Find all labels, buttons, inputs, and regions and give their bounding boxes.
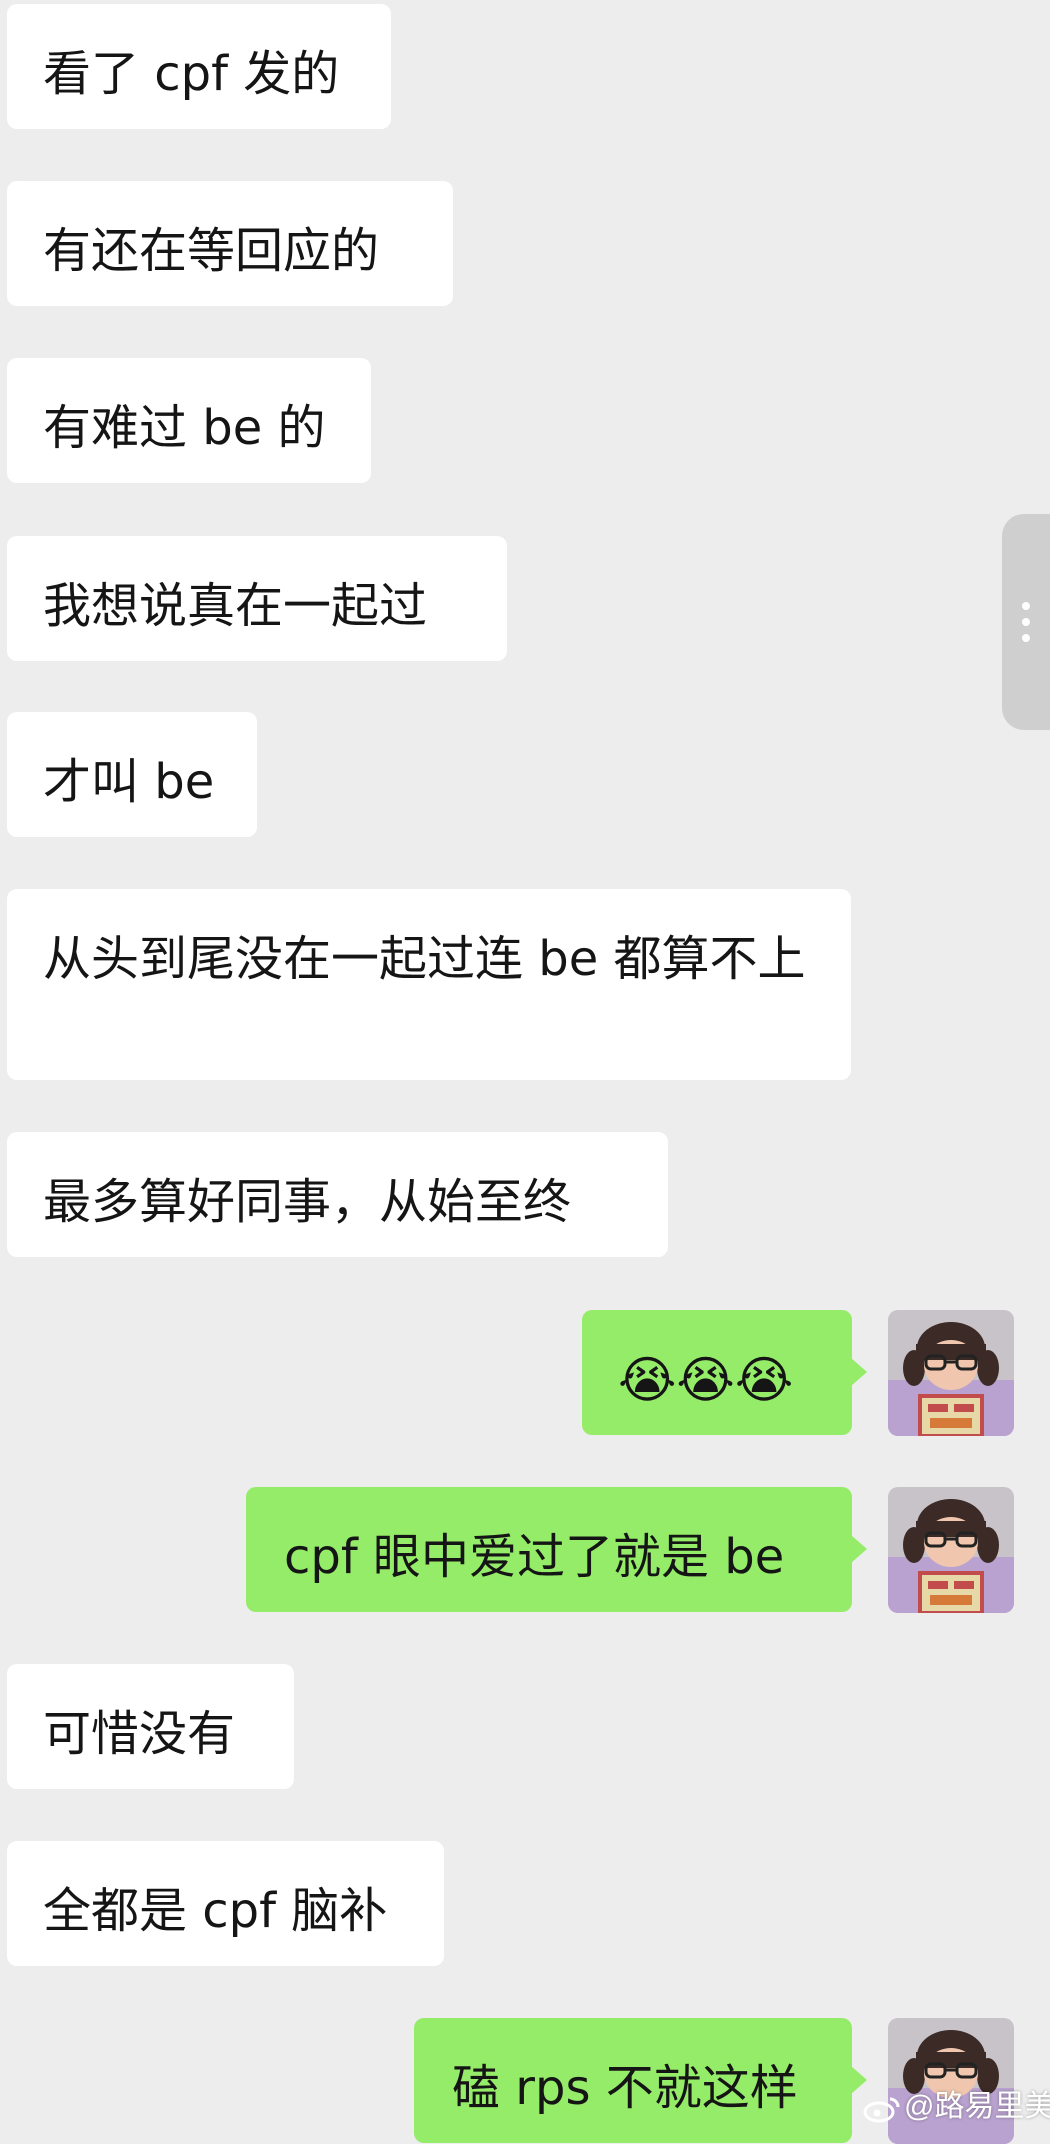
watermark: @路易里美 <box>862 2089 1050 2125</box>
message-bubble-outgoing[interactable]: 磕 rps 不就这样 <box>414 2018 867 2143</box>
message-text: 有难过 be 的 <box>43 400 326 456</box>
avatar[interactable] <box>888 1487 1014 1613</box>
message-text: 看了 cpf 发的 <box>43 46 340 102</box>
message-bubble-incoming[interactable]: 从头到尾没在一起过连 be 都算不上 <box>7 889 851 1080</box>
avatar-image <box>888 1310 1014 1436</box>
message-text: 全都是 cpf 脑补 <box>43 1883 388 1939</box>
message-bubble-incoming[interactable]: 才叫 be <box>7 712 257 837</box>
message-text: cpf 眼中爱过了就是 be <box>284 1529 785 1585</box>
message-bubble-incoming[interactable]: 最多算好同事，从始至终 <box>7 1132 668 1257</box>
message-text: 磕 rps 不就这样 <box>452 2060 798 2116</box>
message-text: 我想说真在一起过 <box>43 578 428 634</box>
weibo-icon <box>863 2097 900 2123</box>
message-bubble-incoming[interactable]: 有还在等回应的 <box>7 181 453 306</box>
avatar-image <box>888 2018 1014 2144</box>
message-emoji: 😭😭😭 <box>618 1351 794 1409</box>
side-floating-handle[interactable] <box>1002 514 1050 730</box>
message-text: 从头到尾没在一起过连 be 都算不上 <box>43 931 806 987</box>
message-bubble-incoming[interactable]: 可惜没有 <box>7 1664 294 1789</box>
message-bubble-outgoing[interactable]: 😭😭😭 <box>582 1310 867 1435</box>
message-bubble-incoming[interactable]: 全都是 cpf 脑补 <box>7 1841 444 1966</box>
message-text: 有还在等回应的 <box>43 223 380 279</box>
message-bubble-incoming[interactable]: 我想说真在一起过 <box>7 536 507 661</box>
message-bubble-outgoing[interactable]: cpf 眼中爱过了就是 be <box>246 1487 867 1612</box>
message-bubble-incoming[interactable]: 看了 cpf 发的 <box>7 4 391 129</box>
message-text: 最多算好同事，从始至终 <box>43 1174 572 1230</box>
watermark-text: @路易里美 <box>904 2090 1050 2123</box>
avatar[interactable] <box>888 2018 1014 2144</box>
avatar-image <box>888 1487 1014 1613</box>
message-text: 可惜没有 <box>43 1706 236 1762</box>
chat-window[interactable]: 看了 cpf 发的 有还在等回应的 有难过 be 的 我想说真在一起过 才叫 b… <box>0 0 1050 2144</box>
message-bubble-incoming[interactable]: 有难过 be 的 <box>7 358 371 483</box>
message-text: 才叫 be <box>43 754 215 810</box>
avatar[interactable] <box>888 1310 1014 1436</box>
